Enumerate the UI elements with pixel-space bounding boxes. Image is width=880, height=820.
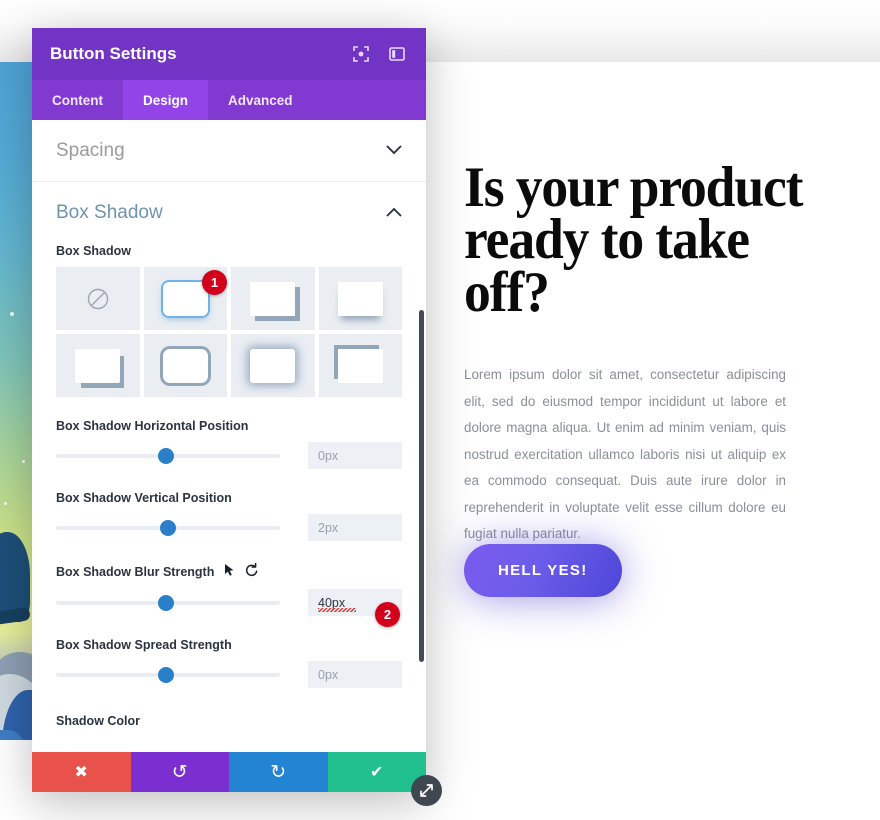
hell-yes-cta-button[interactable]: HELL YES! bbox=[464, 544, 622, 597]
star-decoration bbox=[4, 502, 7, 505]
cancel-button[interactable]: ✖ bbox=[32, 752, 131, 792]
modal-title: Button Settings bbox=[50, 44, 177, 63]
input-horizontal-value[interactable]: 0px bbox=[308, 442, 402, 469]
preset-diffuse-glow[interactable] bbox=[231, 334, 315, 397]
preset-none[interactable] bbox=[56, 267, 140, 330]
slider-spread-knob[interactable] bbox=[157, 666, 174, 683]
annotation-badge-2: 2 bbox=[375, 602, 400, 627]
chevron-up-icon bbox=[386, 206, 402, 221]
undo-button[interactable]: ↺ bbox=[130, 752, 229, 792]
slider-vertical-position: Box Shadow Vertical Position 2px bbox=[32, 491, 426, 541]
slider-spread-track[interactable] bbox=[56, 666, 280, 683]
slider-spread-strength: Box Shadow Spread Strength 0px bbox=[32, 638, 426, 688]
section-spacing[interactable]: Spacing bbox=[32, 120, 426, 182]
modal-header: Button Settings bbox=[32, 28, 426, 80]
page-paragraph: Lorem ipsum dolor sit amet, consectetur … bbox=[464, 367, 786, 542]
slider-blur-label: Box Shadow Blur Strength bbox=[56, 564, 215, 579]
slider-blur-label-row: Box Shadow Blur Strength bbox=[56, 562, 402, 580]
slider-blur-knob[interactable] bbox=[157, 594, 174, 611]
preset-top-left-corner[interactable] bbox=[318, 334, 402, 397]
box-shadow-preset-field: Box Shadow bbox=[32, 244, 426, 397]
mouse-cursor-icon bbox=[224, 563, 235, 580]
preset-bottom-right-offset[interactable] bbox=[56, 334, 140, 397]
tab-design[interactable]: Design bbox=[123, 80, 209, 120]
input-spread-value[interactable]: 0px bbox=[308, 661, 402, 688]
star-decoration bbox=[10, 312, 14, 316]
modal-tabs: Content Design Advanced bbox=[32, 80, 426, 120]
preset-bottom-soft[interactable] bbox=[318, 267, 402, 330]
modal-scrollbar-thumb[interactable] bbox=[419, 310, 424, 662]
focus-target-icon[interactable] bbox=[350, 43, 372, 65]
hero-background-image bbox=[0, 62, 34, 740]
slider-vertical-track[interactable] bbox=[56, 519, 280, 536]
star-decoration bbox=[22, 460, 25, 463]
slider-blur-track[interactable] bbox=[56, 594, 280, 611]
preset-all-around-thick[interactable] bbox=[143, 334, 227, 397]
slider-vertical-label: Box Shadow Vertical Position bbox=[56, 491, 232, 505]
slider-horizontal-knob[interactable] bbox=[157, 447, 174, 464]
section-spacing-label: Spacing bbox=[56, 139, 125, 161]
annotation-badge-1: 1 bbox=[202, 270, 227, 295]
box-shadow-preset-label: Box Shadow bbox=[56, 244, 132, 258]
modal-body: Spacing Box Shadow Box Shadow Box Shadow… bbox=[32, 120, 426, 752]
resize-handle-icon[interactable] bbox=[411, 775, 442, 806]
screen: Is your product ready to take off? Lorem… bbox=[0, 0, 880, 820]
slider-blur-strength: Box Shadow Blur Strength 40px bbox=[32, 562, 426, 616]
shadow-color-field: Shadow Color bbox=[32, 714, 426, 728]
slider-horizontal-track[interactable] bbox=[56, 447, 280, 464]
reset-icon[interactable] bbox=[245, 562, 259, 580]
slider-spread-label: Box Shadow Spread Strength bbox=[56, 638, 232, 652]
rocket-fin bbox=[0, 607, 31, 626]
modal-footer: ✖ ↺ ↻ ✔ bbox=[32, 752, 426, 792]
preset-bottom-right-hard[interactable] bbox=[231, 267, 315, 330]
tab-advanced[interactable]: Advanced bbox=[208, 80, 313, 120]
input-vertical-value[interactable]: 2px bbox=[308, 514, 402, 541]
section-box-shadow-label: Box Shadow bbox=[56, 202, 163, 223]
slider-horizontal-position: Box Shadow Horizontal Position 0px bbox=[32, 419, 426, 469]
redo-button[interactable]: ↻ bbox=[229, 752, 328, 792]
layout-panel-icon[interactable] bbox=[386, 43, 408, 65]
no-shadow-icon bbox=[87, 288, 108, 309]
page-content: Is your product ready to take off? Lorem… bbox=[440, 62, 880, 820]
tab-content[interactable]: Content bbox=[32, 80, 123, 120]
slider-horizontal-label: Box Shadow Horizontal Position bbox=[56, 419, 249, 433]
section-box-shadow-header[interactable]: Box Shadow bbox=[32, 182, 426, 244]
box-shadow-preset-grid bbox=[56, 267, 402, 397]
chevron-down-icon bbox=[386, 143, 402, 158]
button-settings-modal: Button Settings Content Design Advanced bbox=[32, 28, 426, 792]
shadow-color-label: Shadow Color bbox=[56, 714, 141, 728]
spellcheck-underline bbox=[318, 608, 356, 612]
slider-vertical-knob[interactable] bbox=[160, 519, 176, 536]
page-headline: Is your product ready to take off? bbox=[464, 156, 804, 324]
